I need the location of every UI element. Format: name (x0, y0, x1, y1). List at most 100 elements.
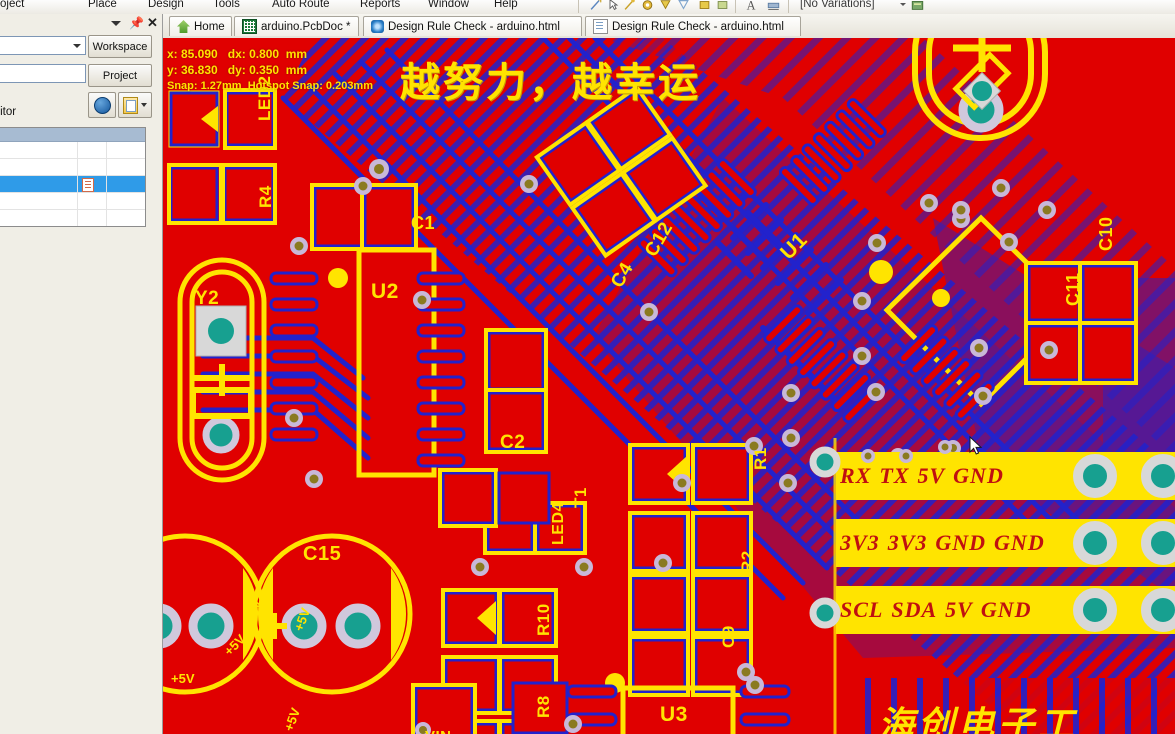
tab-label: Design Rule Check - arduino.html (612, 20, 784, 33)
polygon-tool-icon[interactable] (676, 0, 691, 12)
column-divider (77, 210, 78, 226)
dimension-tool-icon[interactable] (766, 0, 781, 12)
browse-globe-button[interactable] (88, 92, 116, 118)
projects-panel: 📌 ✕ Editor Workspace Project scc * (0, 14, 163, 734)
menu-item-tools[interactable]: Tools (213, 0, 240, 11)
connector-pin-label: GND (994, 530, 1045, 555)
globe-icon (93, 96, 111, 114)
document-icon (82, 178, 94, 192)
menu-item-help[interactable]: Help (494, 0, 518, 11)
workspace-button[interactable]: Workspace (88, 35, 152, 58)
list-item[interactable] (0, 210, 145, 226)
column-divider (77, 159, 78, 175)
variations-dropdown-arrow[interactable] (900, 3, 906, 6)
open-document-button[interactable] (118, 92, 152, 118)
connector-pin-label: SDA (891, 597, 938, 622)
variant-manager-icon[interactable] (910, 0, 925, 12)
connector-label-strip-2: 3V3 3V3 GND GND (836, 519, 1175, 567)
column-divider (106, 142, 107, 158)
silkscreen-top-text: 越努力，越幸运 (400, 60, 701, 106)
menu-item-reports[interactable]: Reports (360, 0, 400, 11)
designator-c10: C10 (1096, 216, 1116, 251)
chevron-down-icon[interactable] (141, 103, 147, 107)
column-divider (106, 193, 107, 209)
home-icon (177, 20, 190, 33)
connector-pin-label: 5V (917, 463, 946, 488)
connector-label-strip-1: RX TX 5V GND (836, 452, 1175, 500)
connector-label-strip-3: SCL SDA 5V GND (836, 586, 1175, 634)
pin-panel-icon[interactable]: 📌 (129, 16, 144, 30)
designator-y2: Y2 (195, 288, 220, 309)
close-panel-icon[interactable]: ✕ (147, 16, 160, 30)
panel-menu-arrow-icon[interactable] (111, 17, 124, 30)
silkscreen-bottom-text: 海创电子工 (878, 704, 1079, 734)
connector-pin-label: GND (980, 597, 1032, 622)
column-divider (77, 193, 78, 209)
trace-tool-icon[interactable] (622, 0, 637, 12)
designator-c11: C11 (1063, 272, 1083, 306)
chevron-down-icon[interactable] (73, 44, 81, 48)
list-item[interactable]: c (0, 159, 145, 176)
connector-pin-label: RX (840, 463, 872, 488)
connector-pin-label: 3V3 (840, 530, 880, 555)
menu-bar: oject Place Design Tools Auto Route Reports Wi… (0, 0, 1175, 15)
designator-r4: R4 (256, 185, 275, 208)
menu-item-auto-route[interactable]: Auto Route (272, 0, 330, 11)
project-tree-list[interactable]: scc * (0, 127, 146, 227)
string-text-tool-icon[interactable]: A (742, 0, 760, 12)
altium-pcb-editor-window: oject Place Design Tools Auto Route Reports Wi… (0, 0, 1175, 734)
connector-pin-label: SCL (840, 597, 884, 622)
secondary-combo[interactable] (0, 64, 86, 83)
list-item[interactable] (0, 193, 145, 210)
designator-c15: C15 (303, 543, 342, 565)
project-select-combo[interactable] (0, 36, 86, 55)
designator-r1: R1 (751, 447, 770, 470)
net-label: +5V (171, 671, 195, 686)
svg-text:A: A (747, 0, 756, 12)
tab-4[interactable]: Design Rule Check - arduino.html (585, 16, 801, 36)
list-item[interactable]: s (0, 142, 145, 159)
board-tool-icon[interactable] (715, 0, 730, 12)
tab-label: Home (194, 20, 225, 33)
pcb-canvas[interactable]: LED2 R4 C1 U2 Y2 C4 C12 U1 C10 C11 C2 T1 LED4 R10 R8 R1… (163, 38, 1175, 734)
connector-pin-label: 5V (945, 597, 973, 622)
list-item[interactable]: c * (0, 176, 145, 193)
connector-pin-label: GND (953, 463, 1004, 488)
tab-2[interactable]: arduino.PcbDoc * (234, 16, 359, 36)
column-divider (77, 176, 78, 192)
menu-item-window[interactable]: Window (428, 0, 469, 11)
column-divider (106, 159, 107, 175)
designator-r2: R2 (738, 550, 757, 573)
designator-u2: U2 (371, 280, 399, 303)
column-divider (77, 142, 78, 158)
tab-1[interactable]: Home (169, 16, 232, 36)
internet-explorer-icon (371, 20, 384, 33)
pcb-doc-icon (242, 19, 257, 34)
menu-item-design[interactable]: Design (148, 0, 184, 11)
via-tool-icon[interactable] (658, 0, 673, 12)
column-divider (106, 176, 107, 192)
designator-c1: C1 (411, 213, 436, 233)
line-tool-icon[interactable] (588, 0, 603, 12)
pad-tool-icon[interactable] (640, 0, 655, 12)
editor-label: Editor (0, 106, 17, 118)
designator-c2: C2 (500, 432, 526, 453)
via (369, 159, 389, 179)
tab-label: arduino.PcbDoc * (261, 20, 351, 33)
designator-led4: LED4 (550, 502, 567, 545)
column-divider (106, 210, 107, 226)
designator-led2: LED2 (255, 75, 274, 121)
select-arrow-icon[interactable] (606, 0, 621, 12)
project-button[interactable]: Project (88, 64, 152, 87)
plane-tool-icon[interactable] (697, 0, 712, 12)
designator-r10: R10 (534, 603, 553, 636)
open-folder-icon (123, 96, 138, 114)
tab-label: Design Rule Check - arduino.html (388, 20, 560, 33)
menu-item-oject[interactable]: oject (0, 0, 24, 11)
html-file-icon (593, 19, 608, 34)
designator-u3: U3 (660, 703, 688, 726)
tab-3[interactable]: Design Rule Check - arduino.html (363, 16, 582, 36)
connector-pin-label: GND (935, 530, 987, 555)
menu-item-place[interactable]: Place (88, 0, 117, 11)
panel-caption-buttons: 📌 ✕ (111, 15, 160, 31)
